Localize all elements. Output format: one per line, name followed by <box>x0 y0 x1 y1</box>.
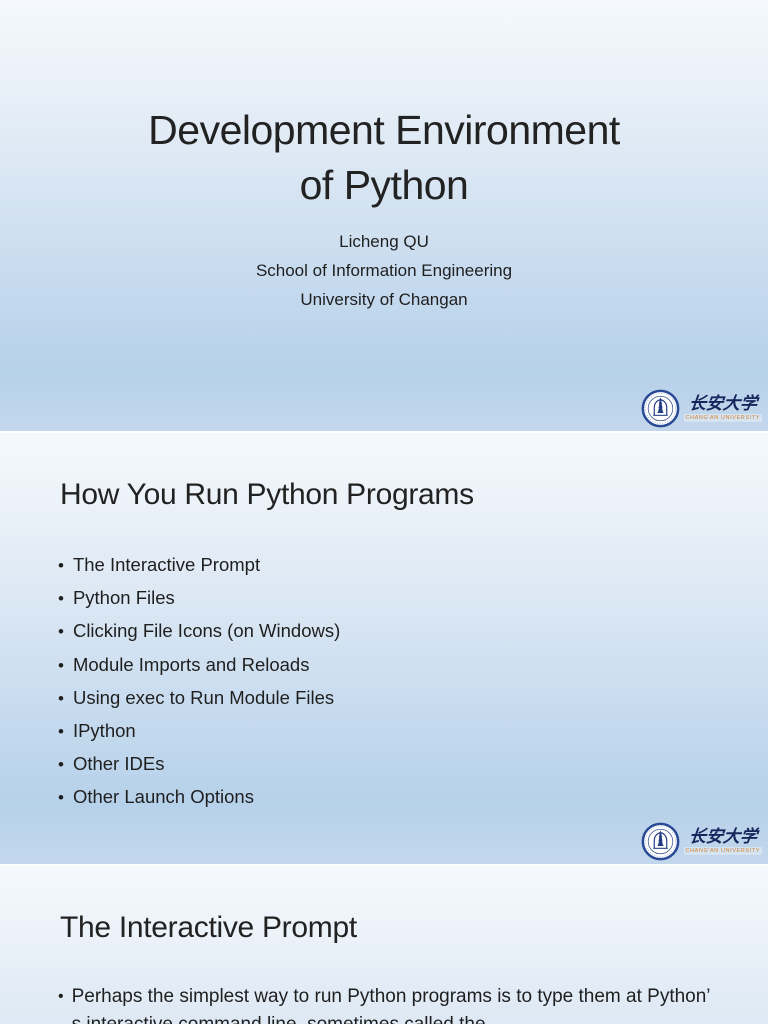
bullet-item: Other Launch Options <box>58 781 340 814</box>
slide-2-how-you-run-python-programs: How You Run Python Programs The Interact… <box>0 433 768 864</box>
presentation-title-line2: of Python <box>299 162 469 208</box>
bullet-paragraph: • Perhaps the simplest way to run Python… <box>58 983 710 1024</box>
university-name-chinese: 长安大学 <box>687 827 758 846</box>
university-name-chinese: 长安大学 <box>687 394 758 413</box>
bullet-item: Using exec to Run Module Files <box>58 682 340 715</box>
author-name: Licheng QU <box>339 232 429 251</box>
university-logo: 长安大学 CHANG'AN UNIVERSITY <box>641 820 762 862</box>
bullet-item: IPython <box>58 715 340 748</box>
bullet-item: Module Imports and Reloads <box>58 649 340 682</box>
affiliation-school: School of Information Engineering <box>255 261 513 280</box>
university-name-english: CHANG'AN UNIVERSITY <box>683 414 762 422</box>
university-emblem-icon <box>641 822 679 860</box>
university-name-english: CHANG'AN UNIVERSITY <box>683 847 762 855</box>
bullet-item: Other IDEs <box>58 748 340 781</box>
bullet-item: Clicking File Icons (on Windows) <box>58 615 340 648</box>
university-logo-text: 长安大学 CHANG'AN UNIVERSITY <box>683 827 762 855</box>
bullet-marker: • <box>58 988 64 1005</box>
presentation-title: Development Environment of Python <box>0 103 768 213</box>
bullet-item: Python Files <box>58 582 340 615</box>
slide-1-title-slide: Development Environment of Python Lichen… <box>0 0 768 431</box>
bullet-item: The Interactive Prompt <box>58 549 340 582</box>
slide-title: The Interactive Prompt <box>60 911 357 944</box>
bullet-list: The Interactive Prompt Python Files Clic… <box>58 549 340 815</box>
affiliation-university: University of Changan <box>300 290 468 309</box>
university-logo-text: 长安大学 CHANG'AN UNIVERSITY <box>683 394 762 422</box>
slide-deck: Development Environment of Python Lichen… <box>0 0 768 1024</box>
slide-title: How You Run Python Programs <box>60 478 474 511</box>
university-logo: 长安大学 CHANG'AN UNIVERSITY <box>641 387 762 429</box>
slide-3-the-interactive-prompt: The Interactive Prompt • Perhaps the sim… <box>0 866 768 1024</box>
presentation-subtitle: Licheng QU School of Information Enginee… <box>0 227 768 314</box>
presentation-title-line1: Development Environment <box>148 107 620 153</box>
bullet-text: Perhaps the simplest way to run Python p… <box>71 986 710 1024</box>
university-emblem-icon <box>641 389 679 427</box>
